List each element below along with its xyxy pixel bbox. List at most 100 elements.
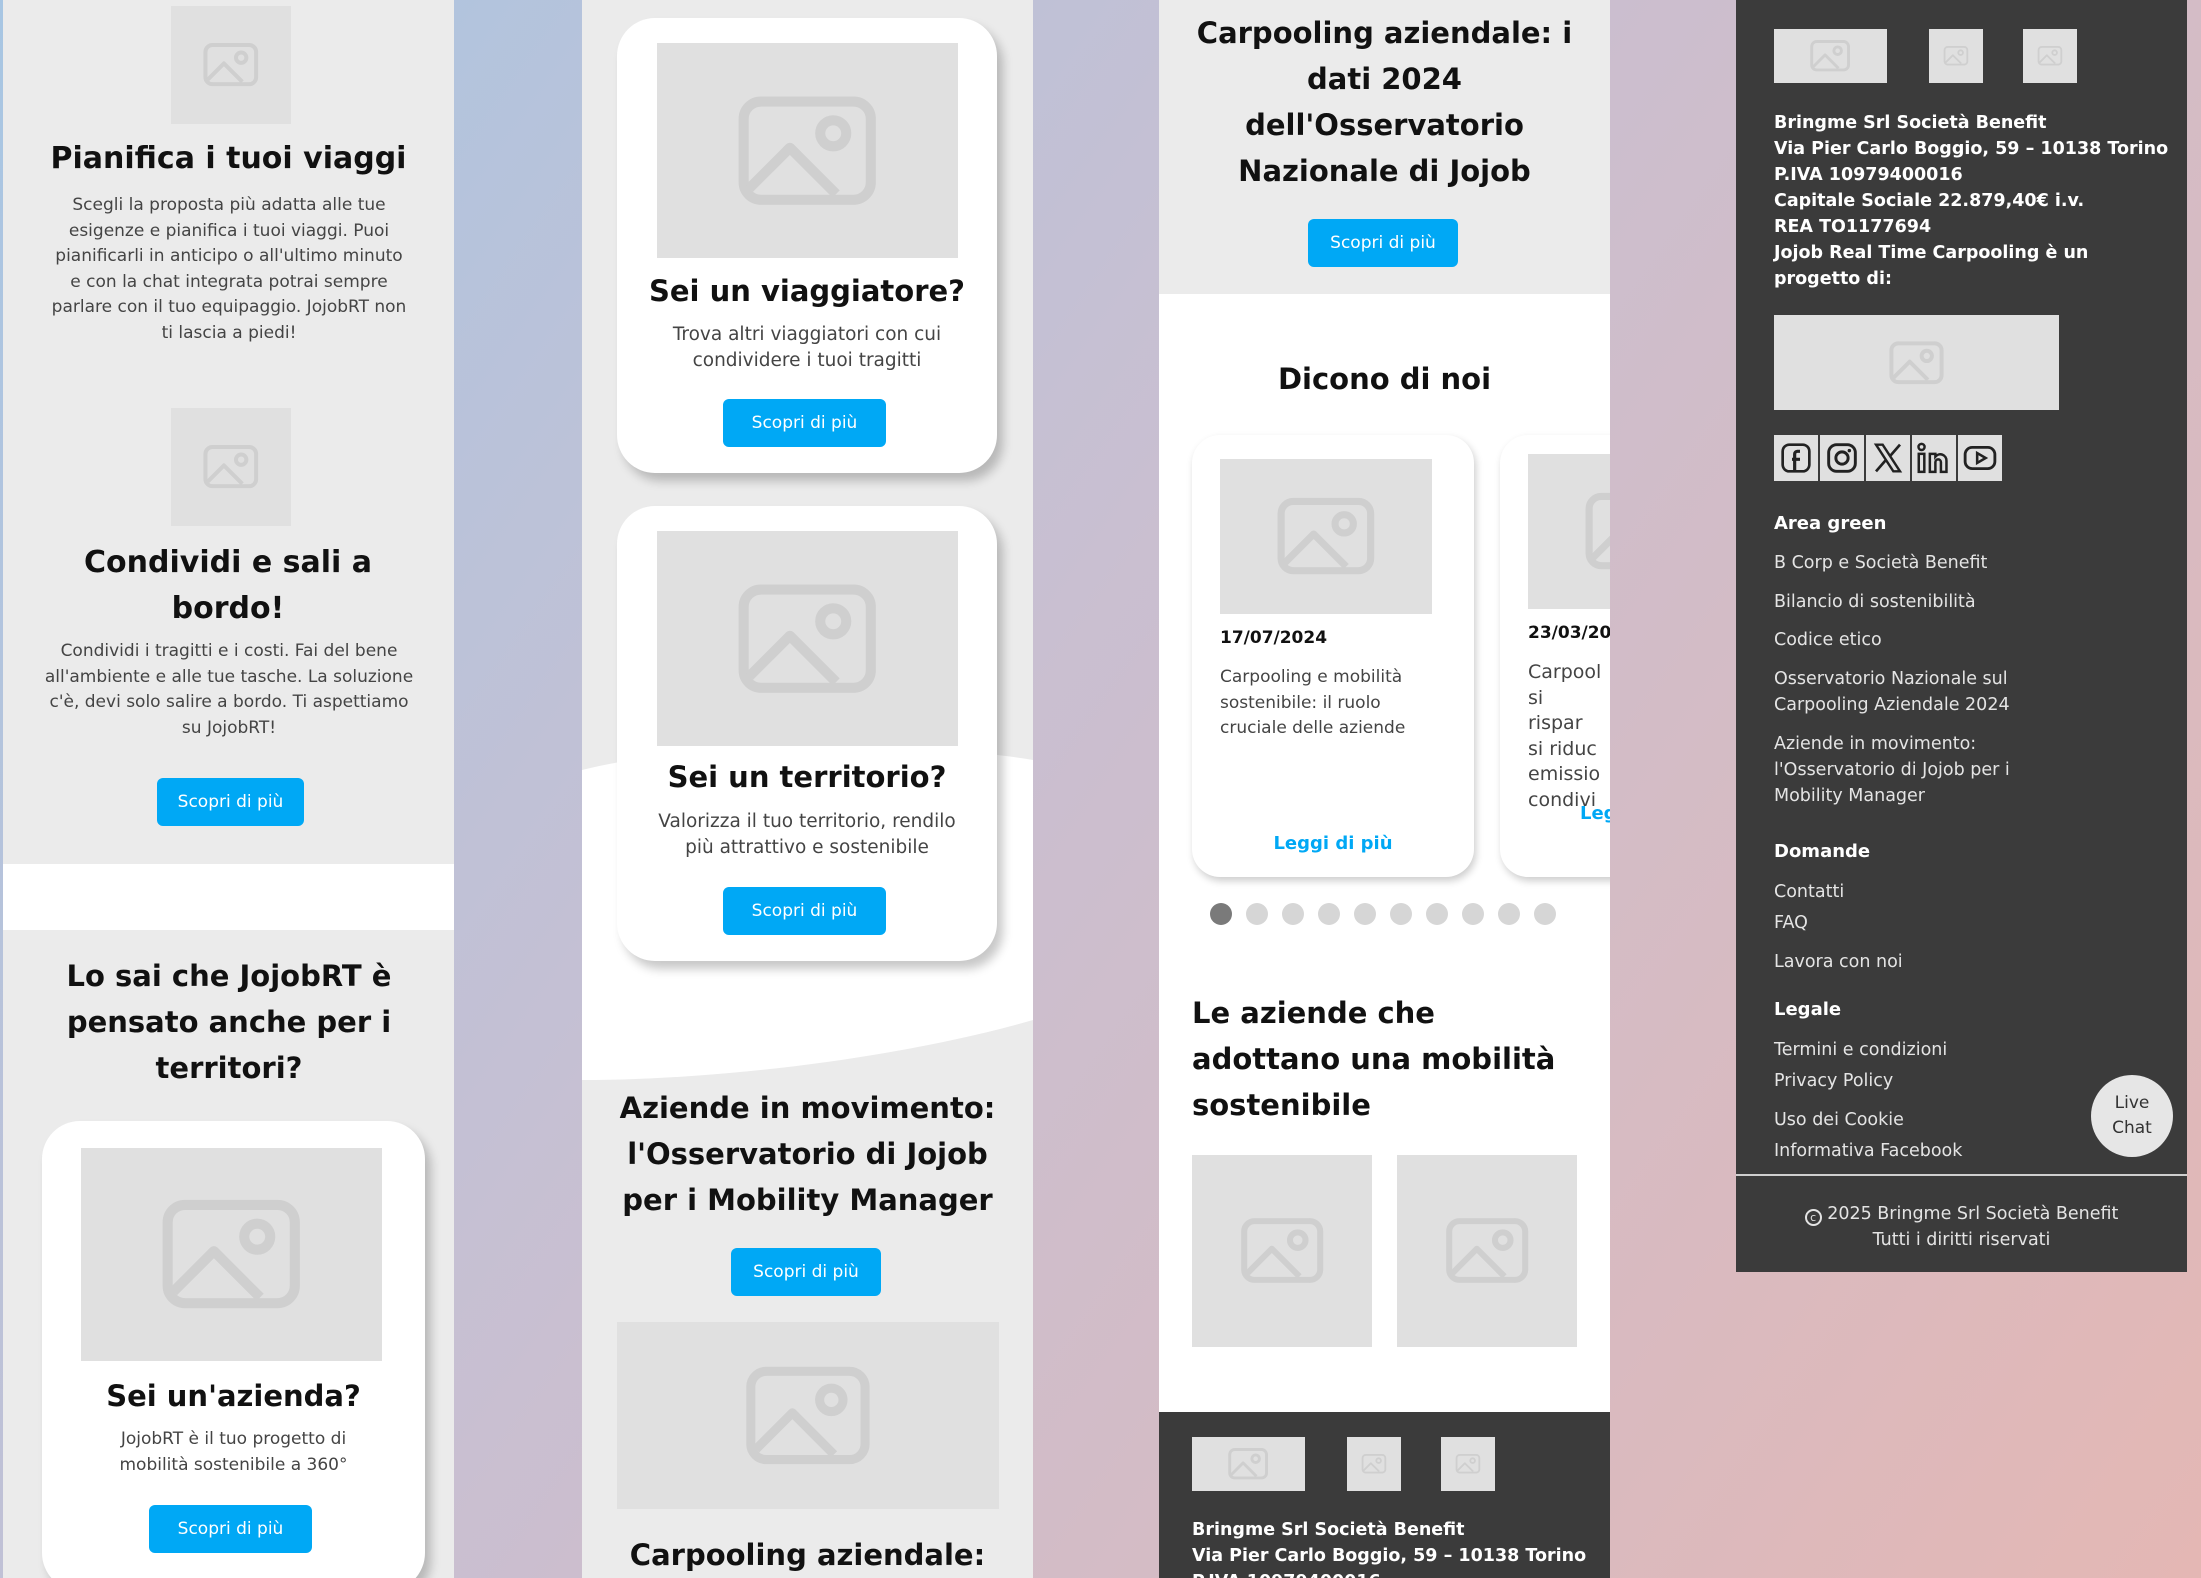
footer-logo-1	[1774, 29, 1887, 83]
live-chat-button[interactable]: Live Chat	[2091, 1075, 2173, 1157]
company-logo-2	[1397, 1155, 1577, 1347]
testimonial-image-1	[1220, 459, 1432, 614]
footer-logo-2	[1347, 1437, 1401, 1491]
parent-company-logo	[1774, 315, 2059, 410]
share-cta-button[interactable]: Scopri di più	[157, 778, 304, 826]
company-line: Via Pier Carlo Boggio, 59 – 10138 Torino	[1774, 139, 2169, 159]
footer-logo-1	[1192, 1437, 1305, 1491]
social-icons	[1774, 435, 2002, 481]
company-card: Sei un'azienda? JojobRT è il tuo progett…	[42, 1121, 425, 1578]
section-divider	[3, 864, 454, 930]
plan-title: Pianifica i tuoi viaggi	[50, 141, 407, 176]
company-cta-button[interactable]: Scopri di più	[149, 1505, 312, 1553]
carousel-dot[interactable]	[1426, 903, 1448, 925]
linkedin-icon[interactable]	[1912, 435, 1956, 481]
plan-image	[171, 6, 291, 124]
mobile-screen-2: Sei un viaggiatore? Trova altri viaggiat…	[582, 0, 1033, 1578]
share-text: Condividi i tragitti e i costi. Fai del …	[44, 641, 414, 738]
testimonial-image-2	[1528, 454, 1610, 609]
footer-link-lavora[interactable]: Lavora con noi	[1774, 949, 1903, 975]
territory-image	[657, 531, 958, 746]
traveler-cta-button[interactable]: Scopri di più	[723, 399, 886, 447]
territory-title: Sei un territorio?	[667, 760, 947, 794]
footer-vat: P.IVA 10979400016	[1192, 1569, 1381, 1578]
share-title: Condividi e sali a bordo!	[84, 545, 372, 626]
footer-link-cookie[interactable]: Uso dei Cookie	[1774, 1107, 1904, 1133]
footer-company: Bringme Srl Società Benefit	[1192, 1520, 1465, 1540]
footer-logo-3	[1441, 1437, 1495, 1491]
footer-link-contatti[interactable]: Contatti	[1774, 879, 1844, 905]
copyright-icon: c	[1804, 1209, 1822, 1226]
testimonial-text-1: Carpooling e mobilità sostenibile: il ru…	[1220, 667, 1406, 738]
carousel-dot[interactable]	[1534, 903, 1556, 925]
company-line: P.IVA 10979400016	[1774, 165, 1963, 185]
companies-title: Le aziende che adottano una mobilità sos…	[1192, 996, 1556, 1122]
traveler-title: Sei un viaggiatore?	[649, 274, 965, 308]
territory-text: Valorizza il tuo territorio, rendilo più…	[658, 811, 956, 858]
footer-logo-3	[2023, 29, 2077, 83]
company-line: Jojob Real Time Carpooling è un progetto…	[1774, 243, 2089, 289]
testimonials-title: Dicono di noi	[1277, 362, 1492, 396]
testimonial-text-2: Carpool si rispar si riduc emissio condi…	[1528, 661, 1602, 811]
carousel-dot[interactable]	[1354, 903, 1376, 925]
company-title: Sei un'azienda?	[106, 1379, 361, 1413]
footer-link-privacy[interactable]: Privacy Policy	[1774, 1068, 1893, 1094]
carpool-title-partial: Carpooling aziendale:	[629, 1538, 986, 1572]
carousel-dot[interactable]	[1318, 903, 1340, 925]
footer-link-bcorp[interactable]: B Corp e Società Benefit	[1774, 550, 1987, 576]
territory-question: Lo sai che JojobRT è pensato anche per i…	[66, 959, 392, 1085]
testimonial-link-2[interactable]: Leg	[1580, 803, 1610, 824]
footer-link-aziende-movimento[interactable]: Aziende in movimento: l'Osservatorio di …	[1774, 731, 2084, 809]
copyright-line-2: Tutti i diritti riservati	[1872, 1229, 2051, 1250]
footer-link-faq[interactable]: FAQ	[1774, 910, 1808, 936]
footer-logo-2	[1929, 29, 1983, 83]
company-line: REA TO1177694	[1774, 217, 1932, 237]
mobile-screen-1: Pianifica i tuoi viaggi Scegli la propos…	[3, 0, 454, 1578]
area-green-heading: Area green	[1774, 513, 1887, 534]
carousel-dot[interactable]	[1246, 903, 1268, 925]
movement-cta-button[interactable]: Scopri di più	[731, 1248, 881, 1296]
company-line: Bringme Srl Società Benefit	[1774, 113, 2047, 133]
copyright: c 2025 Bringme Srl Società Benefit Tutti…	[1736, 1202, 2187, 1253]
footer-link-termini[interactable]: Termini e condizioni	[1774, 1037, 1947, 1063]
footer-link-osservatorio[interactable]: Osservatorio Nazionale sul Carpooling Az…	[1774, 666, 2064, 718]
testimonial-date-1: 17/07/2024	[1220, 628, 1328, 648]
company-logo-1	[1192, 1155, 1372, 1347]
footer-partial: Bringme Srl Società Benefit Via Pier Car…	[1159, 1412, 1610, 1578]
testimonial-date-2: 23/03/20	[1528, 623, 1610, 643]
share-image	[171, 408, 291, 526]
legale-heading: Legale	[1774, 999, 1842, 1020]
company-line: Capitale Sociale 22.879,40€ i.v.	[1774, 191, 2085, 211]
x-icon[interactable]	[1866, 435, 1910, 481]
footer-link-codice-etico[interactable]: Codice etico	[1774, 627, 1882, 653]
testimonial-card-2: 23/03/20 Carpool si rispar si riduc emis…	[1500, 435, 1610, 877]
carousel-dot[interactable]	[1498, 903, 1520, 925]
movement-image	[617, 1322, 999, 1509]
traveler-image	[657, 43, 958, 258]
facebook-icon[interactable]	[1774, 435, 1818, 481]
footer-link-facebook[interactable]: Informativa Facebook	[1774, 1138, 1962, 1164]
footer-divider	[1736, 1174, 2187, 1176]
territory-cta-button[interactable]: Scopri di più	[723, 887, 886, 935]
youtube-icon[interactable]	[1958, 435, 2002, 481]
traveler-card: Sei un viaggiatore? Trova altri viaggiat…	[617, 18, 997, 473]
copyright-line-1: 2025 Bringme Srl Società Benefit	[1827, 1204, 2119, 1224]
carousel-dot[interactable]	[1462, 903, 1484, 925]
carousel-dot-active[interactable]	[1210, 903, 1232, 925]
traveler-text: Trova altri viaggiatori con cui condivid…	[672, 324, 942, 371]
movement-title: Aziende in movimento: l'Osservatorio di …	[619, 1091, 996, 1217]
testimonial-card-1: 17/07/2024 Carpooling e mobilità sosteni…	[1192, 435, 1474, 877]
carpool-data-title: Carpooling aziendale: i dati 2024 dell'O…	[1196, 16, 1573, 188]
testimonial-link-1[interactable]: Leggi di più	[1192, 833, 1474, 854]
carousel-dot[interactable]	[1282, 903, 1304, 925]
territory-card: Sei un territorio? Valorizza il tuo terr…	[617, 506, 997, 961]
plan-text: Scegli la proposta più adatta alle tue e…	[51, 195, 407, 343]
instagram-icon[interactable]	[1820, 435, 1864, 481]
mobile-screen-3: Carpooling aziendale: i dati 2024 dell'O…	[1159, 0, 1610, 1578]
company-text: JojobRT è il tuo progetto di mobilità so…	[119, 1429, 348, 1475]
footer-address: Via Pier Carlo Boggio, 59 – 10138 Torino	[1192, 1546, 1587, 1566]
carpool-cta-button[interactable]: Scopri di più	[1308, 219, 1458, 267]
company-info: Bringme Srl Società Benefit Via Pier Car…	[1774, 110, 2174, 292]
footer-link-bilancio[interactable]: Bilancio di sostenibilità	[1774, 589, 1976, 615]
carousel-dot[interactable]	[1390, 903, 1412, 925]
